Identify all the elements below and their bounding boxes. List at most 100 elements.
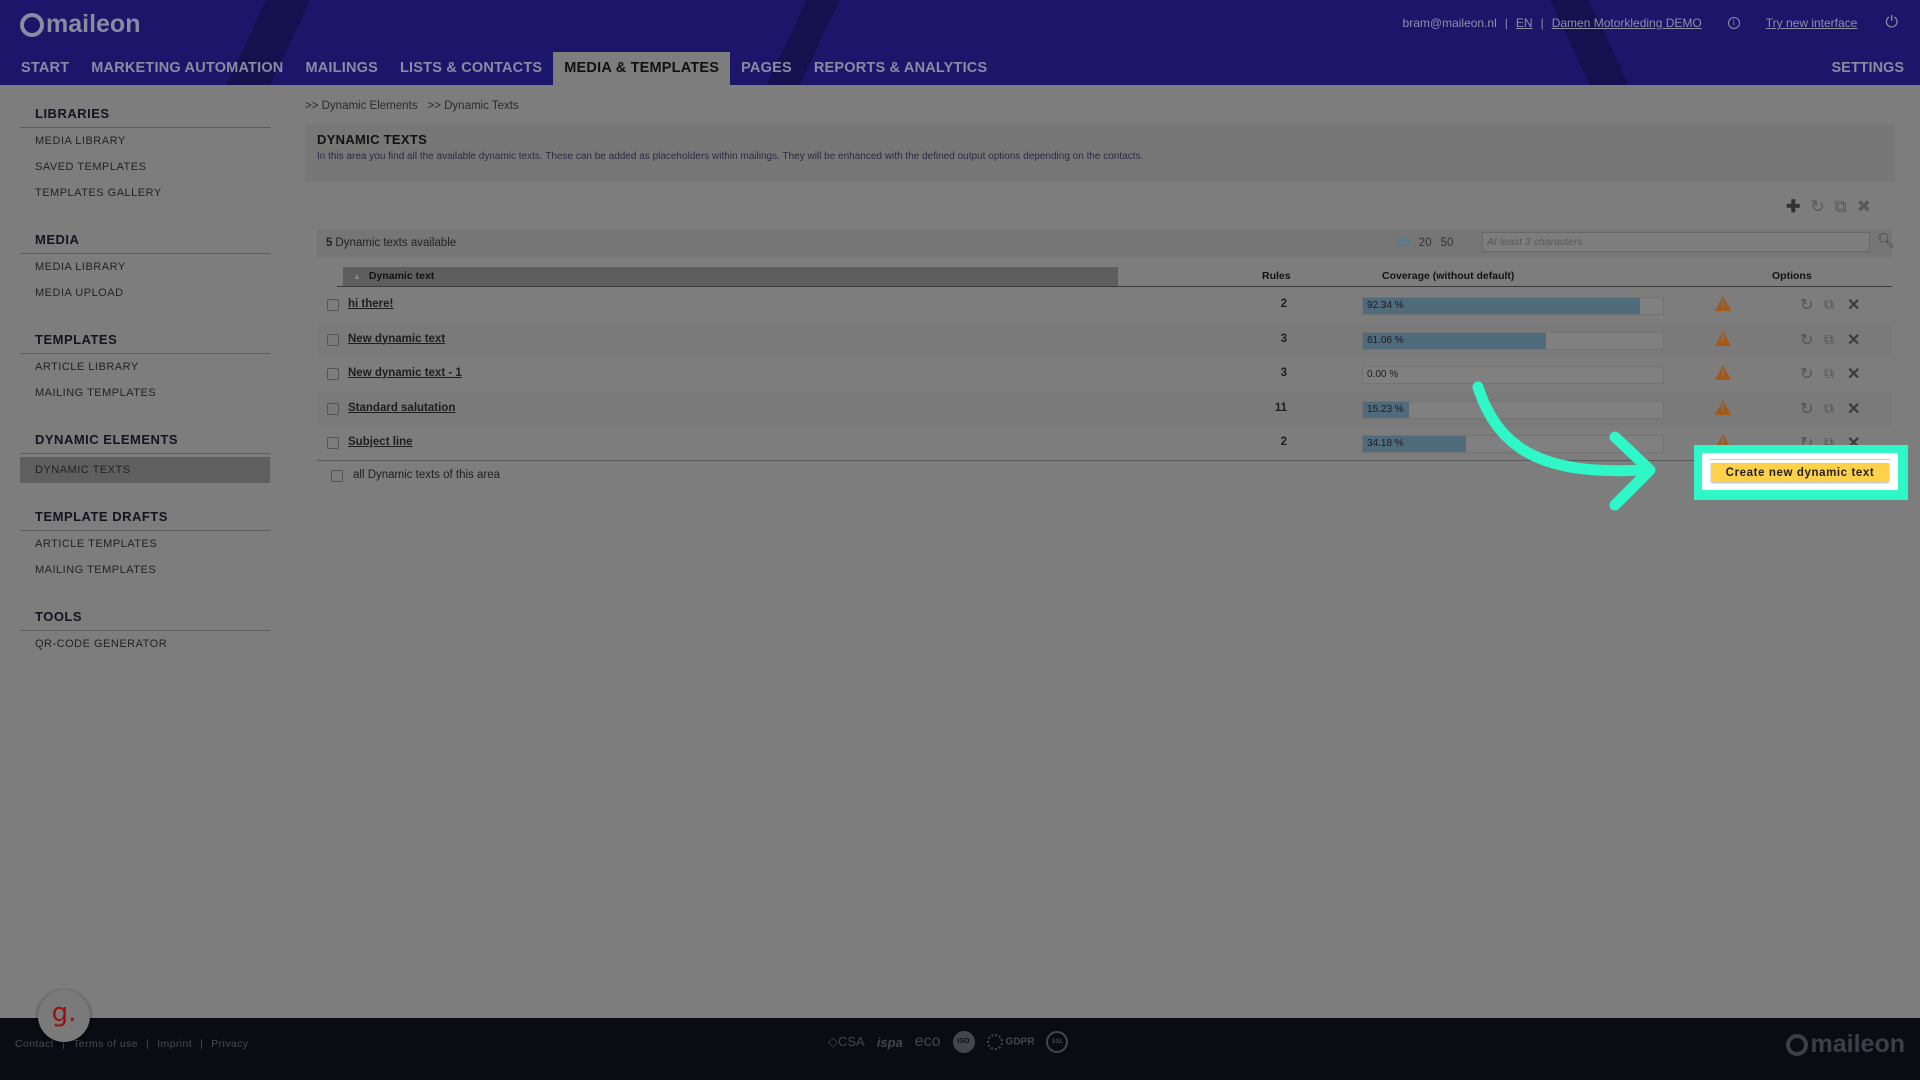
dynamic-text-name-link[interactable]: Subject line xyxy=(348,436,413,448)
gdpr-stars-icon xyxy=(986,1034,1003,1050)
sidebar-group-title: TEMPLATES xyxy=(20,326,270,354)
csa-badge-icon: ◇CSA xyxy=(828,1034,865,1049)
dynamic-text-name-link[interactable]: hi there! xyxy=(348,298,393,310)
reload-icon[interactable]: ↻ xyxy=(1810,197,1824,217)
separator: | xyxy=(200,1038,204,1050)
sidebar-item-mailing-templates-drafts[interactable]: MAILING TEMPLATES xyxy=(20,557,270,583)
row-checkbox[interactable] xyxy=(327,402,339,415)
ispa-badge-icon: ispa xyxy=(876,1034,903,1050)
delete-icon[interactable]: ✕ xyxy=(1847,330,1860,350)
warning-icon[interactable] xyxy=(1715,330,1731,346)
rules-count: 2 xyxy=(1280,298,1287,310)
footer-link-privacy[interactable]: Privacy xyxy=(211,1038,248,1050)
column-label: Dynamic text xyxy=(368,270,435,282)
breadcrumb-dynamic-elements[interactable]: >> Dynamic Elements xyxy=(305,100,418,118)
reload-icon[interactable]: ↻ xyxy=(1800,399,1813,419)
divider xyxy=(1710,459,1890,460)
footer-link-terms[interactable]: Terms of use xyxy=(73,1038,138,1050)
gdpr-badge-icon: GDPR xyxy=(986,1034,1035,1050)
warning-icon[interactable] xyxy=(1715,296,1731,311)
nav-settings[interactable]: SETTINGS xyxy=(1831,52,1904,85)
row-checkbox[interactable] xyxy=(327,437,339,449)
sidebar-item-media-upload[interactable]: MEDIA UPLOAD xyxy=(20,280,270,306)
sidebar-group-title: DYNAMIC ELEMENTS xyxy=(20,426,270,454)
sidebar-item-media-library[interactable]: MEDIA LIBRARY xyxy=(20,254,270,280)
delete-icon[interactable]: ✕ xyxy=(1847,295,1860,315)
rules-count: 11 xyxy=(1274,401,1287,414)
sidebar-item-qr-code-generator[interactable]: QR-CODE GENERATOR xyxy=(20,631,270,657)
footer-link-imprint[interactable]: Imprint xyxy=(157,1038,192,1050)
page-size-50[interactable]: 50 xyxy=(1441,229,1454,257)
delete-icon[interactable]: ✕ xyxy=(1847,399,1860,419)
table-header: ▲ Dynamic text Rules Coverage (without de… xyxy=(337,267,1892,287)
sidebar-group-template-drafts: TEMPLATE DRAFTS ARTICLE TEMPLATES MAILIN… xyxy=(20,503,270,583)
row-checkbox[interactable] xyxy=(327,333,339,346)
nav-marketing-automation[interactable]: MARKETING AUTOMATION xyxy=(80,52,294,85)
logo-text: maileon xyxy=(1810,1030,1905,1058)
dynamic-text-name-link[interactable]: Standard salutation xyxy=(348,402,455,414)
top-header: maileon bram@maileon.nl | EN | Damen Mot… xyxy=(0,0,1920,85)
sidebar-item-dynamic-texts[interactable]: DYNAMIC TEXTS xyxy=(20,457,270,483)
page-title: DYNAMIC TEXTS xyxy=(317,132,428,147)
sidebar-group-title: LIBRARIES xyxy=(20,100,270,128)
copy-icon[interactable]: ⧉ xyxy=(1824,400,1834,417)
sidebar-item-media-library[interactable]: MEDIA LIBRARY xyxy=(20,128,270,154)
row-checkbox[interactable] xyxy=(327,299,339,311)
create-new-dynamic-text-button[interactable]: Create new dynamic text xyxy=(1711,463,1889,482)
sidebar-item-article-library[interactable]: ARTICLE LIBRARY xyxy=(20,354,270,380)
page-size-20[interactable]: 20 xyxy=(1419,229,1432,257)
reload-icon[interactable]: ↻ xyxy=(1800,364,1813,384)
select-all-checkbox[interactable] xyxy=(331,470,343,482)
copy-icon[interactable]: ⧉ xyxy=(1824,365,1834,382)
rules-count: 3 xyxy=(1280,332,1287,345)
search-input[interactable]: At least 3 characters xyxy=(1482,232,1870,252)
logout-power-icon[interactable]: ⏻ xyxy=(1885,14,1898,32)
sidebar-item-mailing-templates[interactable]: MAILING TEMPLATES xyxy=(20,380,270,406)
sidebar-group-tools: TOOLS QR-CODE GENERATOR xyxy=(20,603,270,657)
sidebar-item-saved-templates[interactable]: SAVED TEMPLATES xyxy=(20,154,270,180)
reload-icon[interactable]: ↻ xyxy=(1800,295,1813,315)
add-icon[interactable]: ✚ xyxy=(1786,197,1800,217)
nav-pages[interactable]: PAGES xyxy=(730,52,803,85)
footer-link-contact[interactable]: Contact xyxy=(15,1038,54,1050)
maileon-logo[interactable]: maileon xyxy=(20,10,140,39)
sidebar-item-templates-gallery[interactable]: TEMPLATES GALLERY xyxy=(20,180,270,206)
language-link[interactable]: EN xyxy=(1516,16,1533,30)
warning-icon[interactable] xyxy=(1715,365,1731,380)
delete-icon[interactable]: ✕ xyxy=(1847,364,1860,384)
nav-start[interactable]: START xyxy=(10,52,80,85)
sidebar-item-article-templates[interactable]: ARTICLE TEMPLATES xyxy=(20,531,270,557)
highlight-inner: Create new dynamic text xyxy=(1702,453,1898,490)
copy-icon[interactable]: ⧉ xyxy=(1824,331,1834,348)
nav-mailings[interactable]: MAILINGS xyxy=(294,52,389,85)
page-size-10[interactable]: 10 xyxy=(1397,229,1410,257)
column-header-dynamic-text[interactable]: ▲ Dynamic text xyxy=(343,267,1118,286)
info-icon[interactable]: i xyxy=(1727,17,1740,29)
table-row: New dynamic text 3 61.06 % ↻ ⧉ ✕ xyxy=(317,322,1892,357)
nav-reports-analytics[interactable]: REPORTS & ANALYTICS xyxy=(803,52,999,85)
nav-lists-contacts[interactable]: LISTS & CONTACTS xyxy=(389,52,553,85)
search-icon[interactable]: 🔍︎ xyxy=(1877,232,1895,249)
nav-media-templates[interactable]: MEDIA & TEMPLATES xyxy=(553,52,731,85)
sidebar-group-title: TOOLS xyxy=(20,603,270,631)
warning-icon[interactable] xyxy=(1715,399,1731,415)
dynamic-text-name-link[interactable]: New dynamic text xyxy=(348,333,445,345)
guide-widget-button[interactable]: g. xyxy=(38,990,90,1042)
list-header-bar: 5 Dynamic texts available 10 20 50 At le… xyxy=(317,229,1895,257)
footer-links: Contact | Terms of use | Imprint | Privacy xyxy=(15,1038,248,1050)
copy-icon[interactable]: ⧉ xyxy=(1824,296,1834,313)
table-row: hi there! 2 92.34 % ↻ ⧉ ✕ xyxy=(317,288,1892,323)
breadcrumb-dynamic-texts[interactable]: >> Dynamic Texts xyxy=(428,100,519,118)
reload-icon[interactable]: ↻ xyxy=(1800,330,1813,350)
separator: | xyxy=(146,1038,150,1050)
account-link[interactable]: Damen Motorkleding DEMO xyxy=(1552,16,1702,30)
badge-label: GDPR xyxy=(1005,1036,1035,1048)
copy-icon[interactable]: ⧉ xyxy=(1835,197,1847,217)
row-checkbox[interactable] xyxy=(327,368,339,380)
column-header-rules: Rules xyxy=(1262,270,1291,282)
dynamic-text-name-link[interactable]: New dynamic text - 1 xyxy=(348,367,462,379)
coverage-label: 0.00 % xyxy=(1367,369,1399,380)
sidebar-group-libraries: LIBRARIES MEDIA LIBRARY SAVED TEMPLATES … xyxy=(20,100,270,206)
delete-icon[interactable]: ✖ xyxy=(1857,197,1871,217)
try-new-interface-link[interactable]: Try new interface xyxy=(1766,16,1858,30)
